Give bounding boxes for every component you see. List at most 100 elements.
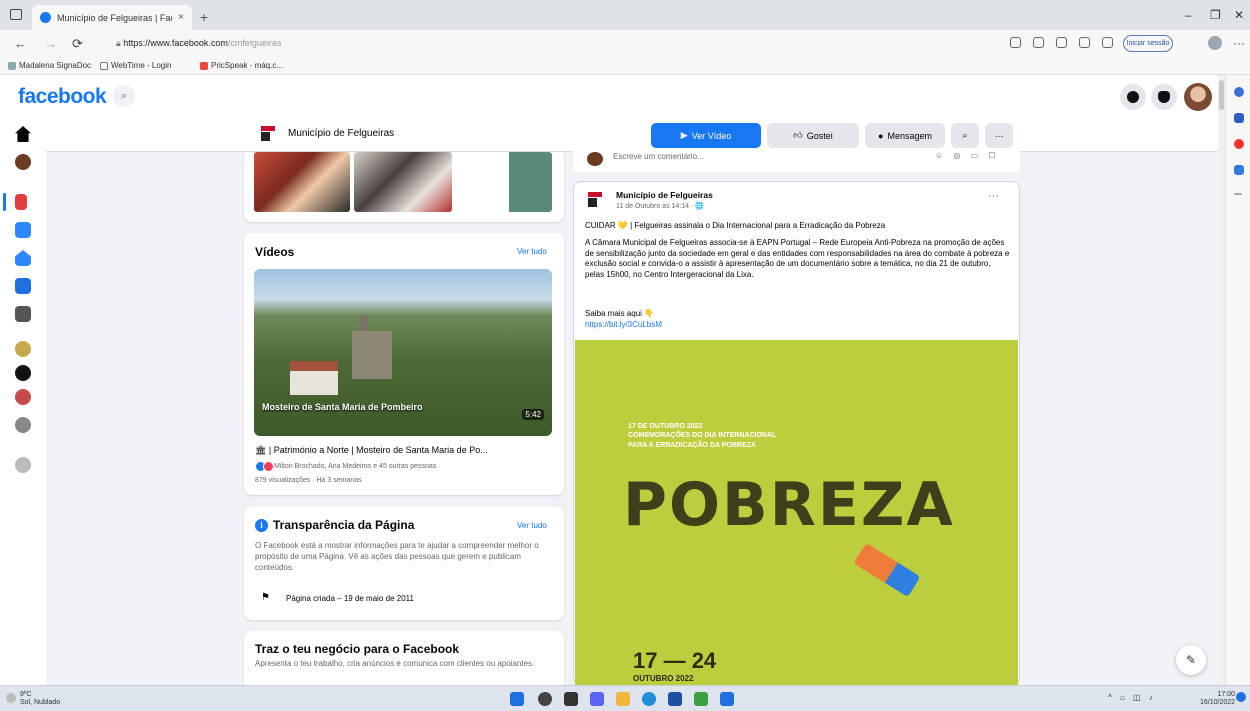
forward-icon: → — [44, 36, 57, 51]
facebook-search-icon[interactable]: ⌕ — [113, 85, 135, 107]
home-icon[interactable] — [15, 126, 31, 142]
app-icon[interactable] — [694, 692, 708, 706]
browser-profile-icon[interactable] — [1208, 36, 1222, 50]
close-window-button[interactable]: ✕ — [1234, 8, 1244, 22]
notifications-bell-icon[interactable] — [1151, 84, 1177, 110]
comment-input[interactable]: Escreve um comentário... — [613, 152, 704, 161]
like-button[interactable]: 👍︎ Gostei — [767, 123, 859, 148]
facebook-favicon-icon — [40, 12, 51, 23]
post-image-poster[interactable]: 17 DE OUTUBRO 2022 COMEMORAÇÕES DO DIA I… — [575, 340, 1018, 685]
page-scrollbar[interactable] — [1218, 75, 1225, 685]
messenger-icon: ● — [878, 130, 884, 141]
extensions-icon[interactable] — [1056, 37, 1067, 48]
browser-tab[interactable]: Município de Felgueiras | Faceb × — [32, 5, 192, 30]
see-more-icon[interactable] — [15, 417, 31, 433]
watch-video-button[interactable]: ▶ Ver Vídeo — [651, 123, 761, 148]
video-reactions-text[interactable]: Milton Brochado, Ana Medeiros e 45 outra… — [274, 463, 436, 470]
new-tab-button[interactable]: + — [200, 9, 208, 25]
thumbs-up-icon: 👍︎ — [793, 130, 803, 140]
signin-button[interactable]: Iniciar sessão — [1123, 35, 1173, 52]
start-icon[interactable] — [510, 692, 524, 706]
video-thumbnail[interactable]: Mosteiro de Santa Maria de Pombeiro 5:42 — [254, 269, 552, 436]
bookmark-item[interactable]: WebTime - Login — [100, 61, 171, 70]
collections-icon[interactable] — [1102, 37, 1113, 48]
post-author[interactable]: Município de Felgueiras — [616, 190, 713, 200]
poster-date-range: 17 — 24 — [633, 648, 717, 673]
photo-thumbnail[interactable] — [456, 152, 552, 212]
business-card: Traz o teu negócio para o Facebook Apres… — [244, 631, 564, 691]
videos-card: Vídeos Ver tudo Mosteiro de Santa Maria … — [244, 233, 564, 495]
profile-avatar-icon[interactable] — [15, 154, 31, 170]
weather-icon[interactable] — [6, 693, 16, 703]
group-shortcut-icon[interactable] — [15, 365, 31, 381]
weather-widget[interactable]: 9ºC Sol, Nublado — [20, 691, 60, 708]
tab-actions-icon[interactable] — [10, 9, 22, 20]
read-aloud-icon[interactable] — [1010, 37, 1021, 48]
video-camera-icon: ▶ — [680, 130, 688, 140]
page-search-button[interactable]: ⌕ — [951, 123, 979, 148]
post-link[interactable]: https://bit.ly/3CuLbsM — [585, 320, 662, 329]
shopping-tag-icon[interactable] — [1234, 113, 1244, 123]
url-path: /cmfelgueiras — [227, 38, 282, 48]
outlook-icon[interactable] — [1234, 165, 1244, 175]
post-author-avatar[interactable] — [588, 192, 604, 208]
system-tray-icons[interactable]: ^ ⌂ ◫ ♪ — [1108, 693, 1156, 702]
bookmark-item[interactable]: Madalena SignaDoc — [8, 61, 91, 70]
facebook-logo[interactable]: facebook — [18, 85, 107, 109]
bookmark-item[interactable]: PricSpeak - máq.c... — [200, 61, 283, 70]
previous-post-comment-bar: Escreve um comentário... ☺ ◎ ▭ ☐ — [573, 148, 1020, 172]
photo-thumbnail[interactable] — [254, 152, 350, 212]
tab-close-icon[interactable]: × — [178, 12, 184, 23]
back-icon[interactable]: ← — [14, 36, 27, 51]
post-date[interactable]: 11 de Outubro às 14:14 · 🌐 — [616, 202, 704, 210]
user-avatar[interactable] — [1184, 83, 1212, 111]
browser-menu-button[interactable]: ··· — [1233, 36, 1245, 50]
edge-icon[interactable] — [642, 692, 656, 706]
taskbar-search-icon[interactable] — [538, 692, 552, 706]
municipio-logo[interactable] — [261, 126, 277, 142]
zoom-icon[interactable] — [1033, 37, 1044, 48]
file-explorer-icon[interactable] — [616, 692, 630, 706]
restore-button[interactable]: ❐ — [1210, 8, 1221, 22]
pages-flag-icon[interactable] — [15, 194, 27, 210]
comment-tools-icons[interactable]: ☺ ◎ ▭ ☐ — [935, 151, 1000, 160]
search-edge-icon[interactable] — [1234, 87, 1244, 97]
add-edge-icon[interactable] — [1234, 193, 1242, 195]
store-icon[interactable] — [668, 692, 682, 706]
refresh-icon[interactable]: ⟳ — [72, 36, 83, 52]
photo-thumbnail[interactable] — [354, 152, 452, 212]
transparency-see-all-link[interactable]: Ver tudo — [517, 521, 547, 530]
transparency-card: i Transparência da Página Ver tudo O Fac… — [244, 507, 564, 620]
minimize-button[interactable]: – — [1185, 8, 1192, 22]
video-duration: 5:42 — [522, 409, 544, 420]
watch-icon[interactable] — [15, 278, 31, 294]
transparency-title: Transparência da Página — [273, 518, 415, 532]
bookmarks-bar: Madalena SignaDoc WebTime - Login PricSp… — [0, 58, 1250, 75]
scrollbar-thumb[interactable] — [1219, 80, 1224, 110]
group-shortcut-icon[interactable] — [15, 389, 31, 405]
compose-icon: ✎ — [1185, 653, 1197, 667]
notifications-icon[interactable] — [1236, 692, 1246, 702]
favorite-star-icon[interactable] — [1079, 37, 1090, 48]
taskbar-clock[interactable]: 17:00 16/10/2022 — [1200, 691, 1235, 708]
url-field[interactable]: 🔒︎ https://www.facebook.com/cmfelgueiras — [110, 35, 990, 53]
page-name[interactable]: Município de Felgueiras — [288, 128, 394, 139]
post-options-button[interactable]: ··· — [988, 190, 999, 202]
menu-grid-icon[interactable] — [1120, 84, 1146, 110]
teams-icon[interactable] — [590, 692, 604, 706]
office-icon[interactable] — [1234, 139, 1244, 149]
marketplace-icon[interactable] — [15, 250, 31, 266]
video-title[interactable]: 🏛 | Património a Norte | Mosteiro de San… — [255, 445, 555, 456]
page-more-button[interactable]: ··· — [985, 123, 1013, 148]
edit-shortcuts-icon[interactable] — [15, 457, 31, 473]
groups-icon[interactable] — [15, 222, 31, 238]
tab-title: Município de Felgueiras | Faceb — [57, 12, 173, 23]
task-view-icon[interactable] — [564, 692, 578, 706]
feeds-icon[interactable] — [15, 306, 31, 322]
videos-see-all-link[interactable]: Ver tudo — [517, 247, 547, 256]
group-shortcut-icon[interactable] — [15, 341, 31, 357]
outlook-taskbar-icon[interactable] — [720, 692, 734, 706]
edge-sidebar — [1225, 75, 1250, 685]
message-button[interactable]: ● Mensagem — [865, 123, 945, 148]
new-message-button[interactable]: ✎ — [1176, 645, 1206, 675]
